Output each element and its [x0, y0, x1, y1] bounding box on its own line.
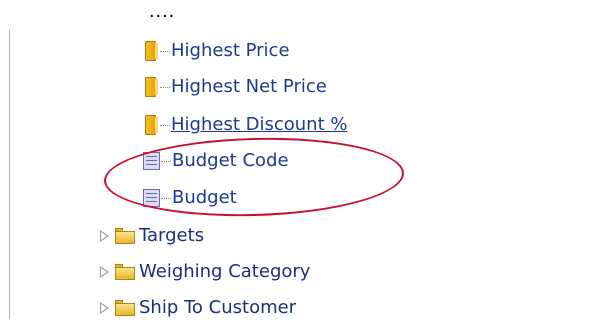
tree-item-highest-discount[interactable]: Highest Discount % — [143, 110, 347, 140]
tree-item-label: Highest Net Price — [171, 76, 327, 97]
tree-connector — [160, 86, 170, 88]
tree-item-highest-net-price[interactable]: Highest Net Price — [143, 72, 327, 102]
folder-icon — [115, 264, 135, 280]
measure-icon — [143, 114, 159, 136]
tree-folder-label: Targets — [139, 225, 205, 246]
measure-icon — [143, 76, 159, 98]
ellipsis-indicator: .... — [149, 0, 176, 22]
tree-folder-label: Weighing Category — [139, 261, 311, 282]
tree-connector — [161, 160, 171, 162]
expand-arrow-icon[interactable] — [100, 230, 109, 242]
expand-arrow-icon[interactable] — [100, 266, 109, 278]
tree-item-budget-code[interactable]: Budget Code — [143, 146, 289, 176]
tree-connector — [161, 197, 171, 199]
attribute-icon — [143, 152, 160, 170]
tree-connector — [160, 124, 170, 126]
tree-connector — [160, 50, 170, 52]
tree-item-label: Highest Price — [171, 40, 290, 61]
folder-icon — [115, 228, 135, 244]
tree-folder-weighing-category[interactable]: Weighing Category — [100, 257, 310, 287]
tree-item-label: Budget — [172, 187, 237, 208]
tree-panel-border — [9, 30, 10, 319]
tree-item-label: Budget Code — [172, 150, 289, 171]
tree-item-label: Highest Discount % — [171, 114, 348, 135]
tree-item-budget[interactable]: Budget — [143, 183, 237, 213]
tree-folder-targets[interactable]: Targets — [100, 221, 204, 251]
tree-item-highest-price[interactable]: Highest Price — [143, 36, 290, 66]
expand-arrow-icon[interactable] — [100, 302, 109, 314]
measure-icon — [143, 40, 159, 62]
folder-icon — [115, 300, 135, 316]
attribute-icon — [143, 189, 160, 207]
